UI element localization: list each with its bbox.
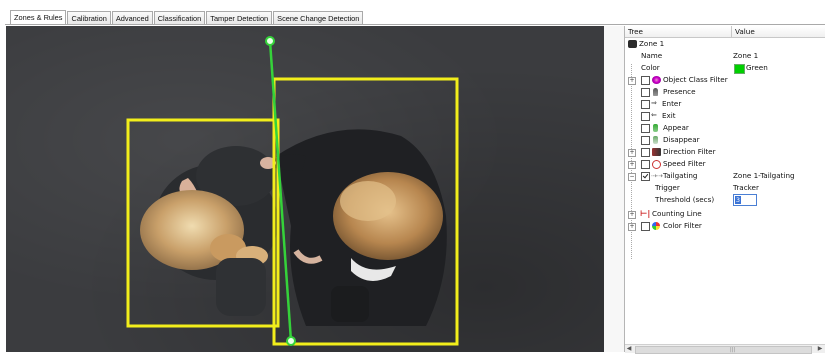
- tailgating-label: Tailgating: [663, 171, 698, 180]
- tailgating-value[interactable]: Zone 1-Tailgating: [733, 171, 795, 180]
- counting-line-label: Counting Line: [652, 209, 702, 218]
- panel-spacer: [604, 26, 624, 352]
- exit-checkbox[interactable]: [641, 112, 650, 121]
- tab-scene-change-detection[interactable]: Scene Change Detection: [273, 11, 364, 25]
- panel-header: Tree Value: [625, 26, 825, 38]
- speed-filter-checkbox[interactable]: [641, 160, 650, 169]
- tailgating-checkbox[interactable]: [641, 172, 650, 181]
- tripwire-handle-bottom[interactable]: [286, 336, 296, 346]
- direction-filter-label: Direction Filter: [663, 147, 716, 156]
- disappear-checkbox[interactable]: [641, 136, 650, 145]
- color-label: Color: [641, 63, 660, 72]
- exit-arrow-icon: ⇐: [651, 111, 657, 119]
- tree-row-trigger[interactable]: Trigger Tracker: [625, 182, 825, 194]
- threshold-input[interactable]: 3: [733, 194, 757, 206]
- color-filter-checkbox[interactable]: [641, 222, 650, 231]
- tab-row: Zones & Rules Calibration Advanced Class…: [10, 10, 364, 25]
- enter-label: Enter: [662, 99, 682, 108]
- zone-label: Zone 1: [639, 39, 665, 48]
- disappear-icon: [653, 136, 658, 144]
- tree-row-disappear[interactable]: Disappear: [625, 134, 825, 146]
- tree-row-tailgating[interactable]: − ⇢⇢ Tailgating Zone 1-Tailgating: [625, 170, 825, 182]
- collapse-tailgating[interactable]: −: [628, 173, 636, 181]
- camera-scene: [126, 36, 459, 346]
- color-swatch[interactable]: [734, 64, 745, 74]
- tree-row-direction-filter[interactable]: + Direction Filter: [625, 146, 825, 158]
- tree-row-speed-filter[interactable]: + Speed Filter: [625, 158, 825, 170]
- expand-direction-filter[interactable]: +: [628, 149, 636, 157]
- appear-checkbox[interactable]: [641, 124, 650, 133]
- enter-checkbox[interactable]: [641, 100, 650, 109]
- object-class-icon: [652, 76, 661, 84]
- tailgating-icon: ⇢⇢: [651, 172, 663, 180]
- column-splitter[interactable]: [731, 26, 732, 37]
- tree-row-color-filter[interactable]: + Color Filter: [625, 220, 825, 232]
- tab-calibration[interactable]: Calibration: [67, 11, 111, 25]
- column-header-tree[interactable]: Tree: [628, 27, 643, 36]
- disappear-label: Disappear: [663, 135, 700, 144]
- presence-checkbox[interactable]: [641, 88, 650, 97]
- appear-label: Appear: [663, 123, 689, 132]
- zone-icon: [628, 40, 637, 48]
- direction-icon: [652, 148, 661, 156]
- tree-row-zone[interactable]: Zone 1: [625, 38, 825, 50]
- tab-divider: [5, 24, 825, 25]
- scroll-grip-icon: |||: [730, 347, 736, 353]
- direction-filter-checkbox[interactable]: [641, 148, 650, 157]
- name-label: Name: [641, 51, 663, 60]
- camera-view[interactable]: [6, 26, 604, 352]
- tree-row-color[interactable]: Color Green: [625, 62, 825, 74]
- tab-bar: Zones & Rules Calibration Advanced Class…: [0, 0, 825, 26]
- speed-icon: [652, 160, 661, 169]
- properties-panel: Tree Value Zone 1 Name Zone 1 Color Gree…: [624, 26, 825, 354]
- tree-row-threshold[interactable]: Threshold (secs) 3: [625, 194, 825, 206]
- threshold-label: Threshold (secs): [655, 195, 715, 204]
- enter-arrow-icon: ⇒: [651, 99, 657, 107]
- tab-classification[interactable]: Classification: [153, 11, 206, 25]
- column-header-value[interactable]: Value: [735, 27, 755, 36]
- exit-label: Exit: [662, 111, 676, 120]
- tree-row-enter[interactable]: ⇒ Enter: [625, 98, 825, 110]
- tab-tamper-detection[interactable]: Tamper Detection: [206, 11, 273, 25]
- speed-filter-label: Speed Filter: [663, 159, 706, 168]
- tree-row-exit[interactable]: ⇐ Exit: [625, 110, 825, 122]
- color-wheel-icon: [652, 222, 660, 230]
- expand-speed-filter[interactable]: +: [628, 161, 636, 169]
- trigger-label: Trigger: [655, 183, 680, 192]
- tab-zones-rules[interactable]: Zones & Rules: [10, 10, 67, 25]
- expand-counting-line[interactable]: +: [628, 211, 636, 219]
- counting-line-icon: ⊢|: [640, 209, 651, 218]
- scroll-thumb[interactable]: |||: [635, 346, 812, 354]
- expand-color-filter[interactable]: +: [628, 223, 636, 231]
- tree-row-object-class-filter[interactable]: + Object Class Filter: [625, 74, 825, 86]
- tripwire-handle-top[interactable]: [265, 36, 275, 46]
- tree-row-appear[interactable]: Appear: [625, 122, 825, 134]
- tree-row-name[interactable]: Name Zone 1: [625, 50, 825, 62]
- person-left: [140, 146, 278, 316]
- trigger-value[interactable]: Tracker: [733, 183, 759, 192]
- tree-row-presence[interactable]: Presence: [625, 86, 825, 98]
- object-class-filter-checkbox[interactable]: [641, 76, 650, 85]
- appear-icon: [653, 124, 658, 132]
- presence-label: Presence: [663, 87, 696, 96]
- tree-row-counting-line[interactable]: + ⊢| Counting Line: [625, 208, 825, 220]
- object-class-filter-label: Object Class Filter: [663, 75, 728, 84]
- name-value[interactable]: Zone 1: [733, 51, 758, 60]
- threshold-value[interactable]: 3: [735, 196, 741, 204]
- color-value[interactable]: Green: [746, 63, 768, 72]
- person-icon: [653, 88, 658, 96]
- color-filter-label: Color Filter: [663, 221, 702, 230]
- expand-object-class-filter[interactable]: +: [628, 77, 636, 85]
- tab-advanced[interactable]: Advanced: [111, 11, 153, 25]
